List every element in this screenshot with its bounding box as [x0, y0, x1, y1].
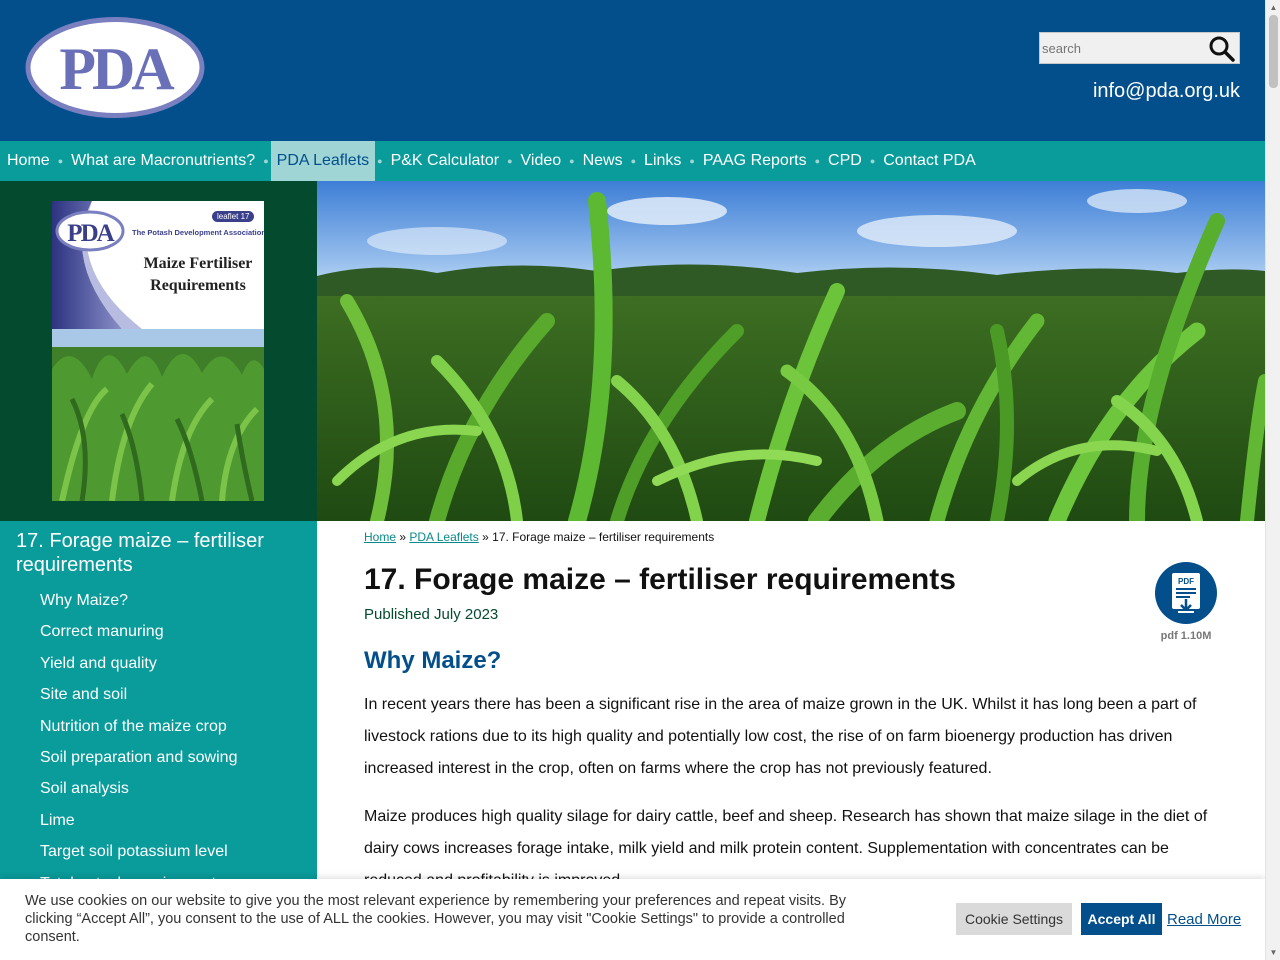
cover-title: Maize Fertiliser Requirements: [138, 253, 258, 297]
nav-item[interactable]: CPD: [822, 141, 868, 181]
nav-item[interactable]: Home: [1, 141, 56, 181]
scrollbar-thumb[interactable]: [1269, 15, 1278, 88]
nav-separator-icon: ●: [630, 156, 637, 166]
nav-separator-icon: ●: [377, 156, 383, 166]
breadcrumb-current: 17. Forage maize – fertiliser requiremen…: [492, 530, 715, 544]
published-date: Published July 2023: [364, 606, 499, 623]
nav-separator-icon: ●: [569, 156, 575, 166]
pdf-icon-label: PDF: [1178, 577, 1194, 586]
breadcrumb-leaflets[interactable]: PDA Leaflets: [409, 530, 478, 544]
contact-email[interactable]: info@pda.org.uk: [1093, 80, 1240, 103]
pdf-size: pdf 1.10M: [1160, 630, 1212, 642]
sidebar-section-list: Why Maize? Correct manuring Yield and qual…: [40, 585, 237, 899]
cover-logo-text: PDA: [67, 220, 114, 247]
nav-item[interactable]: What are Macronutrients?: [65, 141, 261, 181]
breadcrumb-separator: »: [482, 530, 489, 544]
hero-illustration: [317, 181, 1265, 521]
page-title: 17. Forage maize – fertiliser requiremen…: [364, 563, 956, 596]
nav-separator-icon: ●: [507, 156, 513, 166]
scroll-up-arrow-icon[interactable]: ▲: [1266, 0, 1280, 15]
nav-item[interactable]: PAAG Reports: [697, 141, 813, 181]
logo-text: PDA: [59, 36, 174, 102]
nav-item[interactable]: P&K Calculator: [385, 141, 506, 181]
site-header: PDA info@pda.org.uk: [0, 0, 1265, 141]
nav-separator-icon: ●: [57, 156, 64, 166]
breadcrumb-home[interactable]: Home: [364, 530, 396, 544]
section-heading: Why Maize?: [364, 647, 502, 674]
sidebar-item[interactable]: Lime: [40, 805, 237, 836]
nav-separator-icon: ●: [263, 156, 269, 166]
cover-maize-photo: [52, 329, 264, 501]
leaflet-number-badge: leaflet 17: [212, 211, 255, 222]
read-more-link[interactable]: Read More: [1167, 911, 1241, 928]
pda-logo[interactable]: PDA: [25, 17, 205, 118]
cover-title-line2: Requirements: [150, 277, 246, 294]
nav-item[interactable]: News: [577, 141, 629, 181]
cover-association: The Potash Development Association: [132, 228, 264, 237]
scroll-down-arrow-icon[interactable]: ▼: [1266, 945, 1280, 960]
pdf-download-icon[interactable]: PDF: [1154, 561, 1218, 625]
hero-maize-image: [317, 181, 1265, 521]
sidebar-item[interactable]: Soil preparation and sowing: [40, 742, 237, 773]
sidebar-item[interactable]: Correct manuring: [40, 616, 237, 647]
accept-all-button[interactable]: Accept All: [1081, 903, 1162, 935]
paragraph: In recent years there has been a signifi…: [364, 696, 1197, 777]
sidebar-item[interactable]: Site and soil: [40, 679, 237, 710]
cookie-text: We use cookies on our website to give yo…: [25, 893, 847, 945]
nav-item[interactable]: PDA Leaflets: [270, 141, 376, 181]
nav-item[interactable]: Video: [515, 141, 568, 181]
sidebar-title[interactable]: 17. Forage maize – fertiliser requiremen…: [16, 529, 306, 577]
sidebar-item[interactable]: Why Maize?: [40, 585, 237, 616]
cookie-settings-button[interactable]: Cookie Settings: [956, 903, 1072, 935]
nav-separator-icon: ●: [814, 156, 821, 166]
sidebar-item[interactable]: Nutrition of the maize crop: [40, 711, 237, 742]
main-nav: Home ● What are Macronutrients? ● PDA Leafle…: [0, 141, 1265, 181]
vertical-scrollbar[interactable]: ▲ ▼: [1265, 0, 1280, 960]
search-input[interactable]: [1040, 33, 1200, 63]
breadcrumb-separator: »: [399, 530, 407, 544]
search-icon[interactable]: [1207, 34, 1237, 62]
sidebar-item[interactable]: Soil analysis: [40, 773, 237, 804]
nav-item[interactable]: Contact PDA: [877, 141, 981, 181]
leaflet-cover-panel: PDA leaflet 17 The Potash Development As…: [0, 181, 317, 521]
nav-separator-icon: ●: [869, 156, 876, 166]
leaflet-cover-image[interactable]: PDA leaflet 17 The Potash Development As…: [52, 201, 264, 501]
nav-item[interactable]: Links: [638, 141, 687, 181]
nav-separator-icon: ●: [689, 156, 695, 166]
cover-title-line1: Maize Fertiliser: [143, 255, 253, 272]
cookie-consent-bar: We use cookies on our website to give yo…: [0, 879, 1265, 960]
sidebar-item[interactable]: Target soil potassium level: [40, 836, 237, 867]
sidebar-item[interactable]: Yield and quality: [40, 648, 237, 679]
search-box: [1039, 32, 1240, 64]
breadcrumb: Home » PDA Leaflets » 17. Forage maize –…: [364, 530, 714, 544]
page: PDA info@pda.org.uk Home●What are Macron…: [0, 0, 1265, 960]
